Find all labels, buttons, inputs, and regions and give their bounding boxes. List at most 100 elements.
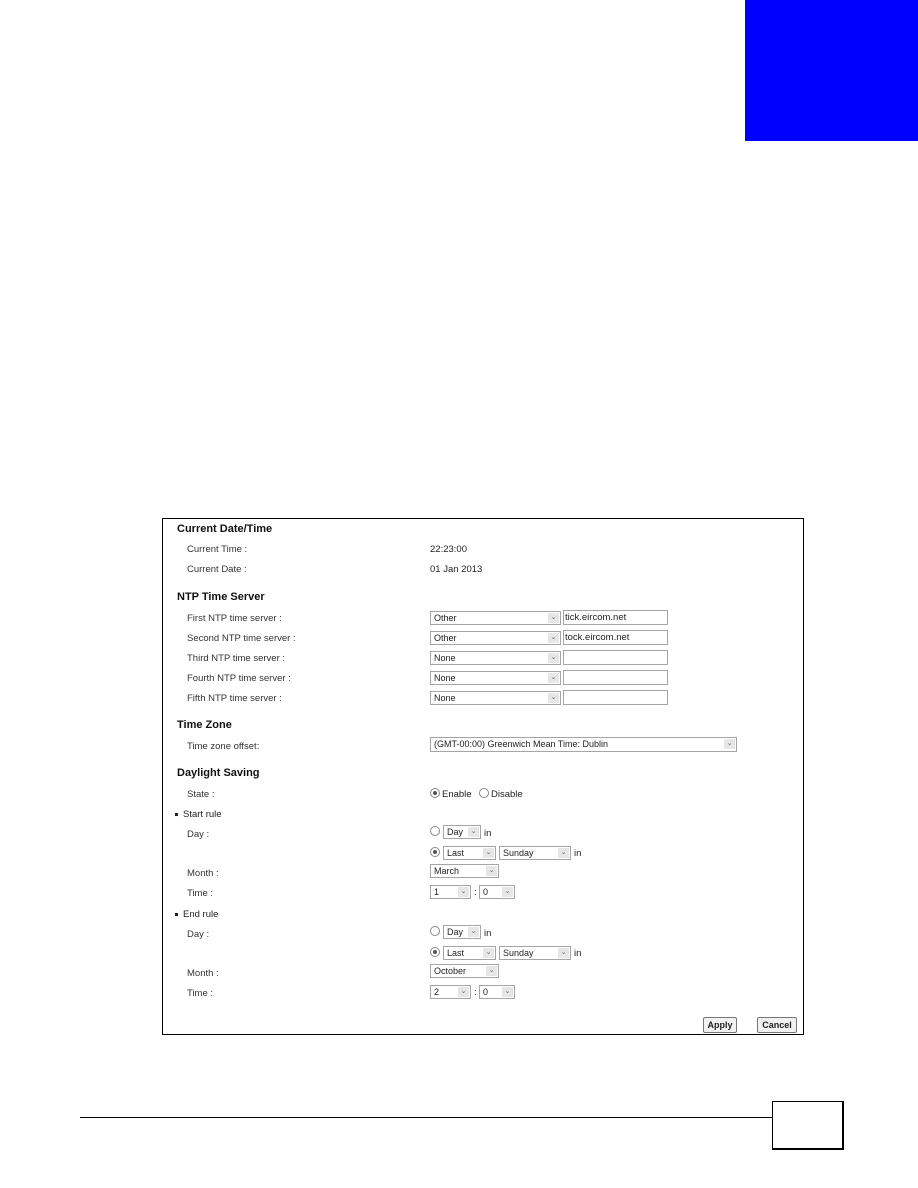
- start-rule-heading: Start rule: [175, 809, 222, 820]
- chevron-down-icon: ⌄: [548, 693, 559, 703]
- start-day-select[interactable]: Day ⌄: [443, 825, 481, 839]
- start-time-label: Time :: [187, 888, 214, 899]
- ntp-server-4-label: Fourth NTP time server :: [187, 673, 291, 684]
- ntp-server-2-select[interactable]: Other ⌄: [430, 631, 561, 645]
- enable-radio[interactable]: [430, 788, 440, 798]
- ntp-server-5-label: Fifth NTP time server :: [187, 693, 282, 704]
- current-datetime-heading: Current Date/Time: [177, 523, 273, 535]
- chevron-down-icon: ⌄: [548, 673, 559, 683]
- end-week-select[interactable]: Last ⌄: [443, 946, 496, 960]
- end-day-select[interactable]: Day ⌄: [443, 925, 481, 939]
- start-month-label: Month :: [187, 868, 219, 879]
- ntp-server-3-select-value: None: [434, 653, 456, 663]
- chevron-down-icon: ⌄: [483, 948, 494, 958]
- start-week-radio[interactable]: [430, 847, 440, 857]
- end-week-select-value: Last: [447, 948, 465, 958]
- start-minute-select[interactable]: 0 ⌄: [479, 885, 515, 899]
- state-label: State :: [187, 789, 215, 800]
- ntp-server-4-select-value: None: [434, 673, 456, 683]
- ntp-server-3-input[interactable]: [563, 650, 668, 665]
- disable-radio-label: Disable: [491, 789, 523, 800]
- chevron-down-icon: ⌄: [502, 987, 513, 997]
- current-time-label: Current Time :: [187, 544, 248, 555]
- page-number-box: [772, 1101, 844, 1150]
- time-zone-heading: Time Zone: [177, 719, 232, 731]
- end-month-select-value: October: [434, 966, 467, 976]
- start-weekday-select-value: Sunday: [503, 848, 534, 858]
- start-day-label: Day :: [187, 829, 210, 840]
- ntp-server-2-select-value: Other: [434, 633, 457, 643]
- ntp-server-2-input[interactable]: tock.eircom.net: [563, 630, 668, 645]
- current-date-label: Current Date :: [187, 564, 247, 575]
- chevron-down-icon: ⌄: [724, 739, 735, 749]
- start-month-select[interactable]: March ⌄: [430, 864, 499, 878]
- end-hour-select[interactable]: 2 ⌄: [430, 985, 471, 999]
- ntp-server-1-select[interactable]: Other ⌄: [430, 611, 561, 625]
- ntp-server-5-input[interactable]: [563, 690, 668, 705]
- start-day-in-text: in: [484, 828, 492, 839]
- start-day-select-value: Day: [447, 827, 464, 837]
- chevron-down-icon: ⌄: [468, 827, 479, 837]
- ntp-server-5-select-value: None: [434, 693, 456, 703]
- start-minute-select-value: 0: [483, 887, 489, 897]
- ntp-server-1-input[interactable]: tick.eircom.net: [563, 610, 668, 625]
- start-week-select[interactable]: Last ⌄: [443, 846, 496, 860]
- daylight-saving-heading: Daylight Saving: [177, 767, 260, 779]
- ntp-server-5-select[interactable]: None ⌄: [430, 691, 561, 705]
- end-minute-select[interactable]: 0 ⌄: [479, 985, 515, 999]
- ntp-server-3-select[interactable]: None ⌄: [430, 651, 561, 665]
- end-time-label: Time :: [187, 988, 214, 999]
- end-rule-heading: End rule: [175, 909, 218, 920]
- ntp-server-4-select[interactable]: None ⌄: [430, 671, 561, 685]
- start-month-select-value: March: [434, 866, 460, 876]
- current-date-value: 01 Jan 2013: [430, 564, 483, 575]
- bullet-icon: [175, 812, 178, 816]
- end-weekday-select[interactable]: Sunday ⌄: [499, 946, 571, 960]
- ntp-server-4-input[interactable]: [563, 670, 668, 685]
- end-day-select-value: Day: [447, 927, 464, 937]
- chevron-down-icon: ⌄: [458, 887, 469, 897]
- end-month-select[interactable]: October ⌄: [430, 964, 499, 978]
- end-week-in-text: in: [574, 948, 582, 959]
- chapter-tab: [745, 0, 918, 141]
- chevron-down-icon: ⌄: [458, 987, 469, 997]
- chevron-down-icon: ⌄: [558, 948, 569, 958]
- ntp-heading: NTP Time Server: [177, 591, 265, 603]
- bullet-icon: [175, 912, 178, 916]
- chevron-down-icon: ⌄: [502, 887, 513, 897]
- end-day-radio[interactable]: [430, 926, 440, 936]
- time-settings-panel: Current Date/Time Current Time : 22:23:0…: [162, 518, 804, 1035]
- end-day-label: Day :: [187, 929, 210, 940]
- start-day-radio[interactable]: [430, 826, 440, 836]
- ntp-server-2-label: Second NTP time server :: [187, 633, 296, 644]
- ntp-server-1-select-value: Other: [434, 613, 457, 623]
- end-month-label: Month :: [187, 968, 219, 979]
- end-time-separator: :: [474, 987, 477, 998]
- chevron-down-icon: ⌄: [483, 848, 494, 858]
- footer-rule: [80, 1117, 772, 1118]
- time-zone-offset-value: (GMT-00:00) Greenwich Mean Time: Dublin: [434, 739, 609, 749]
- cancel-button[interactable]: Cancel: [757, 1017, 797, 1033]
- start-hour-select[interactable]: 1 ⌄: [430, 885, 471, 899]
- end-minute-select-value: 0: [483, 987, 489, 997]
- chevron-down-icon: ⌄: [468, 927, 479, 937]
- time-zone-offset-label: Time zone offset:: [187, 741, 260, 752]
- disable-radio[interactable]: [479, 788, 489, 798]
- chevron-down-icon: ⌄: [548, 633, 559, 643]
- end-hour-select-value: 2: [434, 987, 440, 997]
- end-rule-title: End rule: [183, 909, 219, 920]
- chevron-down-icon: ⌄: [486, 866, 497, 876]
- start-week-select-value: Last: [447, 848, 465, 858]
- time-zone-offset-select[interactable]: (GMT-00:00) Greenwich Mean Time: Dublin ⌄: [430, 737, 737, 752]
- start-rule-title: Start rule: [183, 809, 222, 820]
- apply-button[interactable]: Apply: [703, 1017, 737, 1033]
- end-day-in-text: in: [484, 928, 492, 939]
- end-weekday-select-value: Sunday: [503, 948, 534, 958]
- start-weekday-select[interactable]: Sunday ⌄: [499, 846, 571, 860]
- ntp-server-1-label: First NTP time server :: [187, 613, 282, 624]
- end-week-radio[interactable]: [430, 947, 440, 957]
- start-week-in-text: in: [574, 848, 582, 859]
- current-time-value: 22:23:00: [430, 544, 467, 555]
- chevron-down-icon: ⌄: [548, 613, 559, 623]
- start-time-separator: :: [474, 887, 477, 898]
